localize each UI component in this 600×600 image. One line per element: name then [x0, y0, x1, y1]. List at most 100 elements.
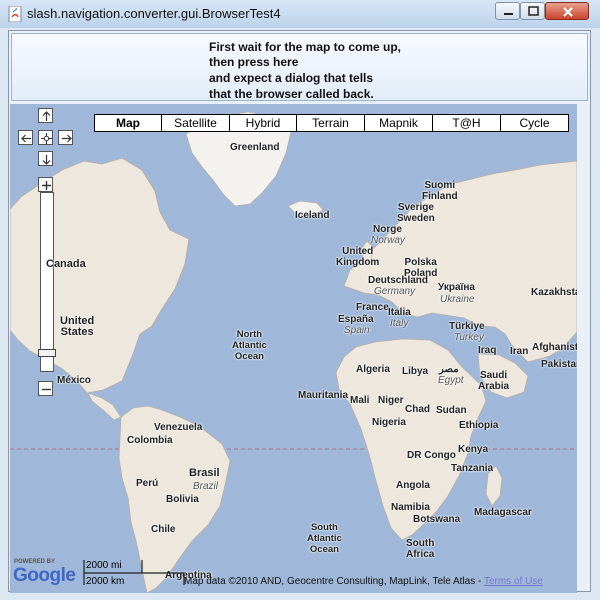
pan-left-button[interactable] — [18, 130, 33, 145]
java-app-icon — [8, 6, 22, 22]
map-type-tah[interactable]: T@H — [432, 114, 501, 132]
label-spain-local: España — [338, 314, 374, 325]
label-tanzania: Tanzania — [451, 463, 494, 474]
client-area: First wait for the map to come up, then … — [8, 30, 591, 593]
label-mali: Mali — [350, 395, 370, 406]
pan-right-button[interactable] — [58, 130, 73, 145]
scale-bar: 2000 mi 2000 km — [82, 556, 186, 588]
instruction-line-4: that the browser called back. — [209, 87, 374, 101]
label-mauritania: Mauritania — [298, 390, 349, 401]
map-type-terrain[interactable]: Terrain — [296, 114, 365, 132]
map-type-bar: Map Satellite Hybrid Terrain Mapnik T@H … — [94, 114, 569, 132]
minus-icon — [42, 388, 51, 391]
label-north-atlantic-ocean: North Atlantic Ocean — [232, 329, 267, 362]
window-title: slash.navigation.converter.gui.BrowserTe… — [27, 6, 281, 21]
map-type-map[interactable]: Map — [94, 114, 162, 132]
label-pakistan: Pakistan — [541, 359, 577, 370]
scale-km-label: 2000 km — [86, 576, 125, 587]
label-italy-local: Italia — [388, 307, 411, 318]
map-attribution: Map data ©2010 AND, Geocentre Consulting… — [184, 576, 543, 587]
label-sudan: Sudan — [436, 405, 467, 416]
arrow-right-icon — [62, 134, 72, 143]
label-iceland: Iceland — [295, 210, 330, 221]
label-namibia: Namibia — [391, 502, 430, 513]
label-peru: Perú — [136, 478, 159, 489]
label-egypt-local: مصر — [439, 364, 459, 375]
map-type-mapnik[interactable]: Mapnik — [364, 114, 433, 132]
title-bar[interactable]: slash.navigation.converter.gui.BrowserTe… — [0, 0, 600, 28]
label-greenland: Greenland — [230, 142, 280, 153]
label-madagascar: Madagascar — [474, 507, 532, 518]
google-wordmark: Google — [13, 565, 76, 586]
label-south-africa: South Africa — [406, 538, 435, 560]
zoom-out-button[interactable] — [38, 381, 53, 396]
callback-test-button[interactable]: First wait for the map to come up, then … — [11, 33, 588, 101]
label-niger: Niger — [378, 395, 404, 406]
pan-up-button[interactable] — [38, 108, 53, 123]
label-afghanistan: Afghanista — [532, 342, 577, 353]
label-venezuela: Venezuela — [154, 422, 203, 433]
label-france: France — [356, 302, 389, 313]
center-icon — [41, 133, 52, 144]
label-south-atlantic-ocean: South Atlantic Ocean — [307, 522, 342, 555]
close-icon — [563, 7, 573, 17]
label-angola: Angola — [396, 480, 430, 491]
scale-mi-label: 2000 mi — [86, 560, 122, 571]
label-ethiopia: Ethiopia — [459, 420, 499, 431]
zoom-slider-thumb[interactable] — [38, 349, 56, 357]
label-colombia: Colombia — [127, 435, 173, 446]
maximize-button[interactable] — [520, 2, 545, 20]
label-egypt: Egypt — [438, 375, 464, 386]
label-turkey: Turkey — [454, 332, 484, 343]
label-finland: Suomi Finland — [422, 180, 458, 202]
label-brazil: Brazil — [193, 481, 219, 492]
label-united-kingdom: United Kingdom — [336, 246, 380, 268]
label-ukraine-local: Україна — [438, 282, 475, 293]
plus-icon — [42, 181, 51, 190]
label-dr-congo: DR Congo — [407, 450, 456, 461]
label-chile: Chile — [151, 524, 176, 535]
map-type-cycle[interactable]: Cycle — [500, 114, 569, 132]
instruction-line-3: and expect a dialog that tells — [209, 71, 374, 85]
map-view[interactable]: Map Satellite Hybrid Terrain Mapnik T@H … — [10, 104, 577, 593]
pan-down-button[interactable] — [38, 151, 53, 166]
label-brasil: Brasil — [189, 467, 220, 479]
arrow-down-icon — [42, 155, 51, 165]
minimize-icon — [504, 13, 513, 15]
zoom-slider-track[interactable] — [40, 192, 54, 372]
label-kenya: Kenya — [458, 444, 489, 455]
label-ukraine: Ukraine — [440, 294, 475, 305]
label-italy: Italy — [390, 318, 409, 329]
minimize-button[interactable] — [495, 2, 520, 20]
label-mexico: México — [57, 375, 91, 386]
label-iraq: Iraq — [478, 345, 497, 356]
label-algeria: Algeria — [356, 364, 390, 375]
zoom-in-button[interactable] — [38, 177, 53, 192]
browser-test-window: slash.navigation.converter.gui.BrowserTe… — [0, 0, 600, 600]
center-map-button[interactable] — [38, 130, 53, 145]
arrow-left-icon — [21, 134, 31, 143]
arrow-up-icon — [42, 111, 51, 121]
label-iran: Iran — [510, 346, 529, 357]
attribution-text: Map data ©2010 AND, Geocentre Consulting… — [184, 576, 484, 587]
label-chad: Chad — [405, 404, 430, 415]
close-button[interactable] — [545, 2, 589, 20]
label-norway: Norway — [371, 235, 405, 246]
instruction-line-2: then press here — [209, 55, 299, 69]
label-saudi-arabia: Saudi Arabia — [478, 370, 510, 392]
maximize-icon — [528, 6, 539, 16]
label-botswana: Botswana — [413, 514, 461, 525]
terms-of-use-link[interactable]: Terms of Use — [484, 576, 543, 587]
map-type-satellite[interactable]: Satellite — [161, 114, 230, 132]
instruction-line-1: First wait for the map to come up, — [209, 40, 402, 54]
label-germany: Germany — [374, 286, 416, 297]
map-type-hybrid[interactable]: Hybrid — [229, 114, 297, 132]
label-bolivia: Bolivia — [166, 494, 199, 505]
label-canada: Canada — [46, 258, 86, 270]
label-united-states: United States — [60, 315, 95, 338]
google-logo[interactable]: POWERED BY Google — [13, 559, 83, 589]
label-sweden: Sverige Sweden — [397, 202, 435, 224]
label-spain: Spain — [344, 325, 370, 336]
label-libya: Libya — [402, 366, 429, 377]
label-turkey-local: Türkiye — [449, 321, 485, 332]
